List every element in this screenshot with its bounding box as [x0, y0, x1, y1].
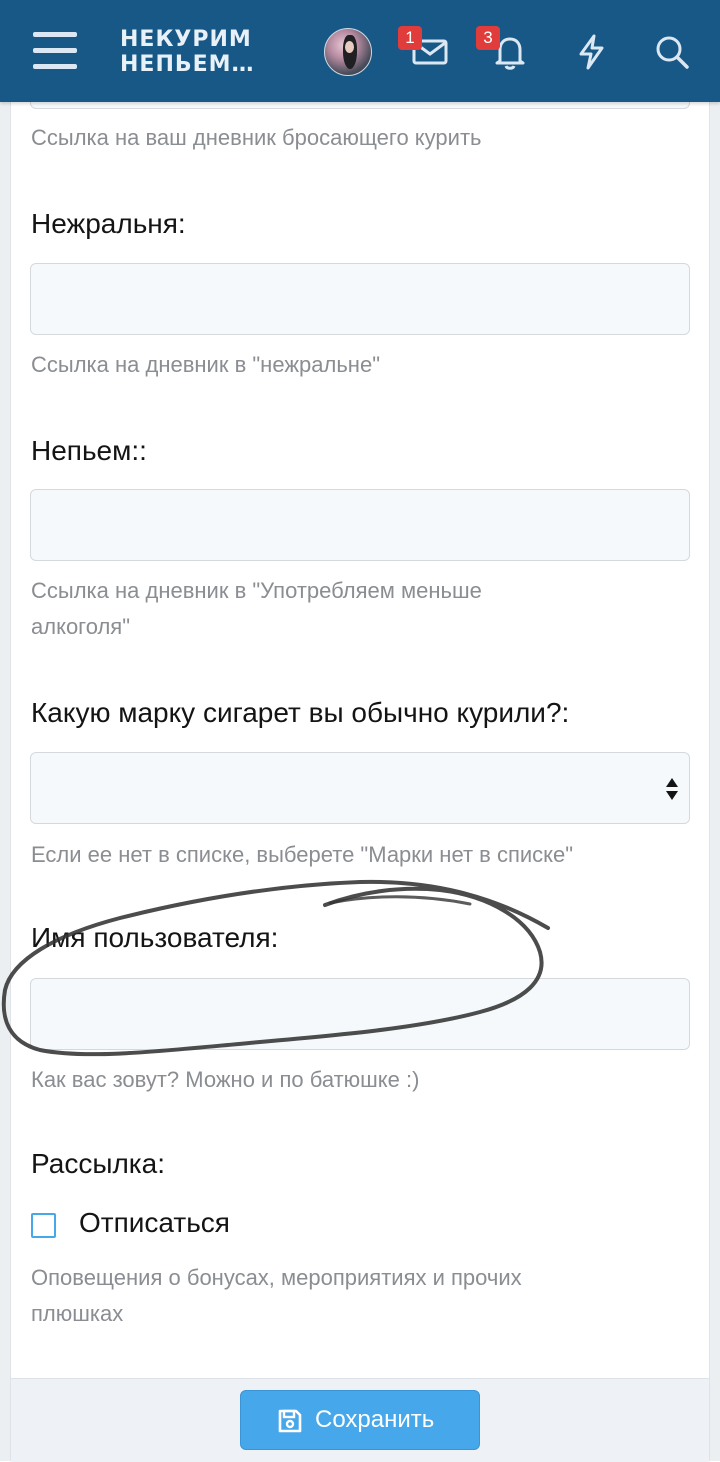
cigarette-brand-hint: Если ее нет в списке, выберете "Марки не…: [31, 842, 574, 867]
select-arrows-icon: [666, 778, 678, 800]
mailing-hint-line-2: плюшках: [31, 1301, 124, 1326]
messages-button[interactable]: 1: [398, 26, 450, 72]
notifications-badge: 3: [476, 26, 500, 50]
page-gutter-left: [0, 0, 10, 1461]
mailing-hint: Оповещения о бонусах, мероприятиях и про…: [31, 1260, 522, 1332]
nepyem-input[interactable]: [30, 489, 690, 561]
page-border-left: [10, 0, 11, 1461]
nezhralnya-label: Нежральня:: [31, 208, 186, 239]
site-logo[interactable]: НЕКУРИМ НЕПЬЕМ…: [120, 27, 255, 77]
username-hint: Как вас зовут? Можно и по батюшке :): [31, 1067, 420, 1092]
nepyem-hint: Ссылка на дневник в "Употребляем меньше …: [31, 573, 482, 645]
logo-line-2: НЕПЬЕМ…: [120, 52, 255, 77]
lightning-icon: [579, 34, 604, 70]
page-border-right: [709, 0, 710, 1461]
diary-link-hint: Ссылка на ваш дневник бросающего курить: [31, 125, 482, 150]
floppy-disk-icon: [278, 1409, 302, 1433]
save-button-label: Сохранить: [315, 1406, 435, 1433]
logo-line-1: НЕКУРИМ: [120, 27, 252, 52]
mailing-label: Рассылка:: [31, 1148, 165, 1179]
notifications-button[interactable]: 3: [476, 26, 530, 72]
cigarette-brand-label: Какую марку сигарет вы обычно курили?:: [31, 697, 570, 728]
nepyem-label: Непьем::: [31, 435, 147, 466]
unsubscribe-checkbox[interactable]: [31, 1213, 56, 1238]
messages-badge: 1: [398, 26, 422, 50]
menu-icon[interactable]: [33, 32, 77, 70]
save-button[interactable]: Сохранить: [240, 1390, 480, 1450]
user-avatar[interactable]: [324, 28, 372, 76]
nezhralnya-input[interactable]: [30, 263, 690, 335]
cigarette-brand-select[interactable]: [30, 752, 690, 824]
top-navigation-bar: НЕКУРИМ НЕПЬЕМ… 1 3: [0, 0, 720, 102]
page-gutter-right: [710, 0, 720, 1461]
unsubscribe-label[interactable]: Отписаться: [79, 1207, 230, 1239]
nepyem-hint-line-1: Ссылка на дневник в "Употребляем меньше: [31, 578, 482, 603]
search-button[interactable]: [652, 32, 692, 72]
nezhralnya-hint: Ссылка на дневник в "нежральне": [31, 352, 381, 377]
nepyem-hint-line-2: алкоголя": [31, 614, 131, 639]
whats-new-button[interactable]: [572, 32, 612, 72]
username-label: Имя пользователя:: [31, 922, 279, 953]
username-input[interactable]: [30, 978, 690, 1050]
search-icon: [656, 36, 689, 69]
mailing-hint-line-1: Оповещения о бонусах, мероприятиях и про…: [31, 1265, 522, 1290]
